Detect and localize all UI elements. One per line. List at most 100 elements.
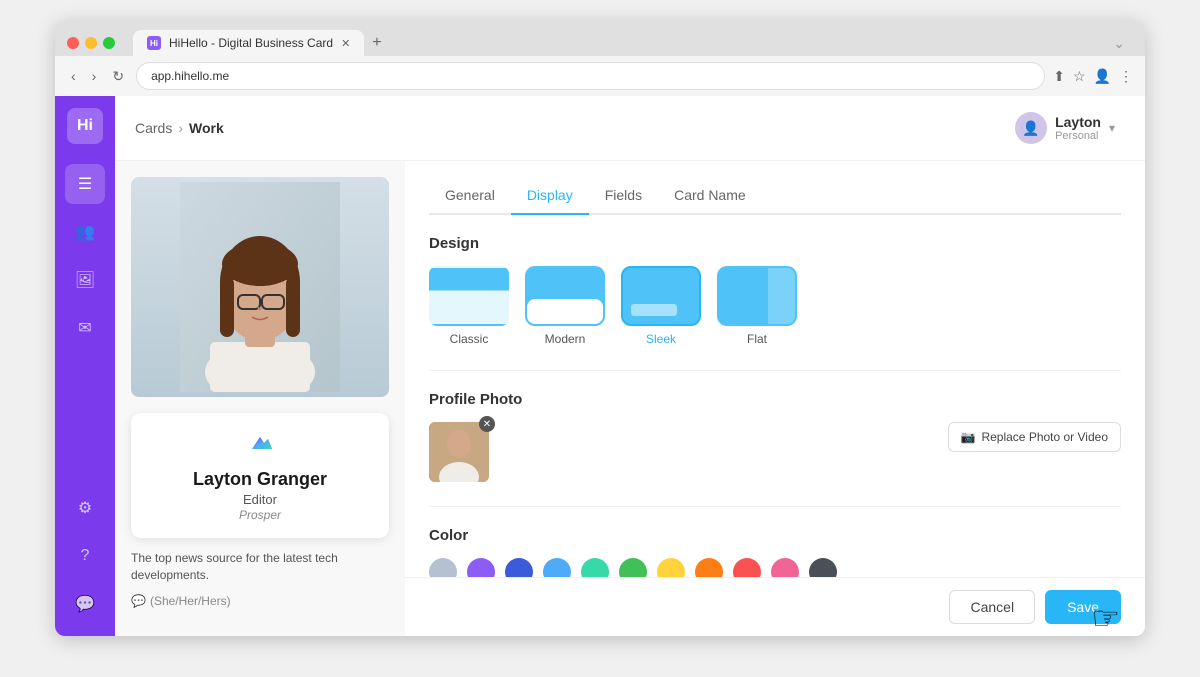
profile-photo-title: Profile Photo: [429, 391, 1121, 408]
share-icon[interactable]: ⬆: [1053, 68, 1065, 85]
help-icon: ?: [81, 547, 90, 565]
cards-icon: ☰: [78, 174, 92, 194]
design-options: Classic Modern: [429, 266, 1121, 346]
pronouns-text: (She/Her/Hers): [150, 594, 231, 608]
design-option-classic[interactable]: Classic: [429, 266, 509, 346]
chat-icon: 💬: [75, 594, 95, 614]
settings-footer: Cancel Save: [405, 577, 1145, 636]
design-option-flat[interactable]: Flat: [717, 266, 797, 346]
profile-photo-area: ✕ 📷 Replace Photo or Video: [429, 422, 1121, 482]
user-info: Layton Personal: [1055, 114, 1101, 142]
color-swatch-orange[interactable]: [695, 558, 723, 577]
back-button[interactable]: ‹: [67, 64, 80, 88]
design-flat-inner: [719, 268, 795, 324]
settings-panel: General Display Fields Card Name Design: [405, 161, 1145, 577]
card-preview-company: Prosper: [147, 508, 373, 522]
design-flat-label: Flat: [747, 332, 767, 346]
address-bar[interactable]: app.hihello.me: [136, 62, 1045, 90]
window-controls: ⌄: [1113, 35, 1133, 52]
sidebar-item-settings[interactable]: ⚙: [65, 488, 105, 528]
sidebar-logo[interactable]: Hi: [67, 108, 103, 144]
design-card-flat[interactable]: [717, 266, 797, 326]
profile-photo-section: Profile Photo: [429, 391, 1121, 482]
forward-button[interactable]: ›: [88, 64, 101, 88]
content-area: Layton Granger Editor Prosper The top ne…: [115, 161, 1145, 636]
tab-fields[interactable]: Fields: [589, 177, 658, 215]
user-role: Personal: [1055, 130, 1101, 142]
contacts-icon: 👥: [75, 222, 95, 242]
design-card-modern[interactable]: [525, 266, 605, 326]
sidebar-item-contacts[interactable]: 👥: [65, 212, 105, 252]
design-option-sleek[interactable]: Sleek: [621, 266, 701, 346]
color-swatch-dark[interactable]: [809, 558, 837, 577]
sidebar-item-cards[interactable]: ☰: [65, 164, 105, 204]
page-header: Cards › Work 👤 Layton Personal ▾: [115, 96, 1145, 161]
photo-remove-button[interactable]: ✕: [479, 416, 495, 432]
sidebar: Hi ☰ 👥 🖼 ✉ ⚙ ? 💬: [55, 96, 115, 636]
bookmark-icon[interactable]: ☆: [1073, 68, 1086, 85]
extensions-icon[interactable]: 👤: [1094, 68, 1111, 85]
minimize-traffic-light[interactable]: [85, 37, 97, 49]
design-card-sleek[interactable]: [621, 266, 701, 326]
preview-photo: [131, 177, 389, 397]
design-section-title: Design: [429, 235, 1121, 252]
color-swatches: [429, 558, 1121, 577]
user-menu[interactable]: 👤 Layton Personal ▾: [1005, 108, 1125, 148]
profile-thumb-svg: [429, 422, 489, 482]
tabs-bar: General Display Fields Card Name: [429, 177, 1121, 215]
breadcrumb: Cards › Work: [135, 120, 224, 136]
traffic-lights: [67, 37, 115, 49]
sidebar-item-media[interactable]: 🖼: [65, 260, 105, 300]
settings-icon: ⚙: [78, 498, 92, 518]
app-wrapper: Hi ☰ 👥 🖼 ✉ ⚙ ? 💬: [55, 96, 1145, 636]
breadcrumb-current: Work: [189, 120, 224, 136]
design-option-modern[interactable]: Modern: [525, 266, 605, 346]
sidebar-item-help[interactable]: ?: [65, 536, 105, 576]
dropdown-arrow-icon: ▾: [1109, 121, 1115, 135]
browser-toolbar: ‹ › ↻ app.hihello.me ⬆ ☆ 👤 ⋮: [55, 56, 1145, 96]
replace-photo-button[interactable]: 📷 Replace Photo or Video: [948, 422, 1122, 452]
cancel-button[interactable]: Cancel: [949, 590, 1035, 624]
reload-button[interactable]: ↻: [108, 64, 128, 89]
sidebar-item-chat[interactable]: 💬: [65, 584, 105, 624]
color-swatch-purple[interactable]: [467, 558, 495, 577]
settings-wrapper: General Display Fields Card Name Design: [405, 161, 1145, 636]
color-swatch-teal[interactable]: [581, 558, 609, 577]
design-modern-inner: [527, 268, 603, 324]
browser-titlebar: Hi HiHello - Digital Business Card ✕ + ⌄: [55, 20, 1145, 56]
color-section: Color: [429, 527, 1121, 577]
design-classic-inner: [431, 268, 507, 324]
avatar: 👤: [1015, 112, 1047, 144]
tab-close-button[interactable]: ✕: [341, 37, 350, 50]
person-photo-svg: [180, 182, 340, 392]
maximize-traffic-light[interactable]: [103, 37, 115, 49]
replace-photo-label: Replace Photo or Video: [981, 430, 1108, 444]
design-sleek-label: Sleek: [646, 332, 676, 346]
tab-display[interactable]: Display: [511, 177, 589, 215]
design-card-classic[interactable]: [429, 266, 509, 326]
user-name: Layton: [1055, 114, 1101, 130]
breadcrumb-cards-link[interactable]: Cards: [135, 120, 172, 136]
sidebar-item-messages[interactable]: ✉: [65, 308, 105, 348]
toolbar-actions: ⬆ ☆ 👤 ⋮: [1053, 68, 1133, 85]
tab-general[interactable]: General: [429, 177, 511, 215]
design-section: Design Classic: [429, 235, 1121, 346]
menu-icon[interactable]: ⋮: [1119, 68, 1133, 85]
design-sleek-inner: [623, 268, 699, 324]
photo-thumb-wrapper: ✕: [429, 422, 489, 482]
color-swatch-light-blue[interactable]: [543, 558, 571, 577]
color-swatch-green[interactable]: [619, 558, 647, 577]
active-tab[interactable]: Hi HiHello - Digital Business Card ✕: [133, 30, 364, 56]
color-swatch-multicolor[interactable]: [429, 558, 457, 577]
new-tab-button[interactable]: +: [364, 30, 389, 56]
color-swatch-red[interactable]: [733, 558, 761, 577]
design-modern-label: Modern: [545, 332, 586, 346]
color-swatch-dark-blue[interactable]: [505, 558, 533, 577]
tab-card-name[interactable]: Card Name: [658, 177, 762, 215]
card-bio: The top news source for the latest tech …: [131, 550, 389, 584]
color-swatch-yellow[interactable]: [657, 558, 685, 577]
close-traffic-light[interactable]: [67, 37, 79, 49]
camera-icon: 📷: [961, 430, 976, 444]
save-button[interactable]: Save: [1045, 590, 1121, 624]
color-swatch-pink[interactable]: [771, 558, 799, 577]
